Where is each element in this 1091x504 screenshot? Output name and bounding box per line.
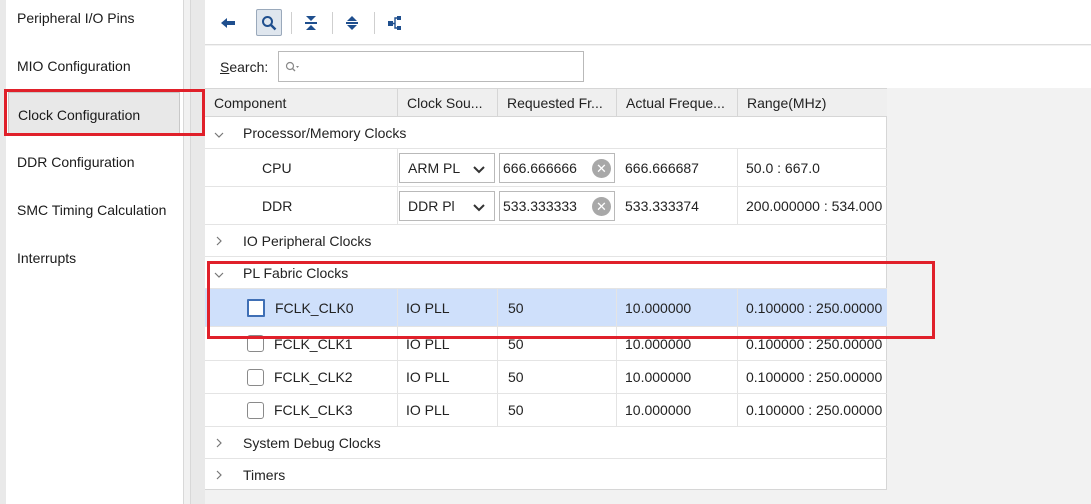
search-icon[interactable]: [256, 9, 282, 36]
clock-source-cell[interactable]: IO PLL: [398, 394, 498, 426]
group-row-system-debug[interactable]: System Debug Clocks: [205, 427, 887, 459]
enable-checkbox[interactable]: [247, 298, 265, 317]
component-cell: CPU: [205, 149, 398, 186]
group-label: PL Fabric Clocks: [243, 264, 349, 281]
splitter-handle[interactable]: [183, 0, 191, 504]
chevron-right-icon[interactable]: [213, 233, 225, 249]
chevron-right-icon[interactable]: [213, 467, 225, 483]
search-input[interactable]: [301, 56, 577, 78]
clear-icon[interactable]: ✕: [592, 159, 611, 178]
actual-frequency-cell: 10.000000: [617, 289, 738, 326]
requested-frequency-value: 533.333333: [503, 198, 577, 214]
range-cell: 200.000000 : 534.000: [746, 197, 883, 214]
component-cell: FCLK_CLK3: [205, 394, 398, 426]
group-label: Processor/Memory Clocks: [243, 124, 407, 141]
group-row-processor-memory[interactable]: Processor/Memory Clocks: [205, 117, 887, 149]
enable-checkbox[interactable]: [247, 401, 264, 419]
component-label: FCLK_CLK1: [274, 335, 353, 352]
clock-source-value: ARM PL: [408, 160, 460, 176]
actual-frequency-cell: 666.666687: [617, 149, 738, 186]
column-header-requested-frequency[interactable]: Requested Fr...: [498, 89, 617, 117]
actual-frequency-cell: 533.333374: [617, 187, 738, 224]
clock-source-cell[interactable]: IO PLL: [398, 289, 498, 326]
component-cell: FCLK_CLK2: [205, 361, 398, 393]
enable-checkbox[interactable]: [247, 368, 264, 386]
group-label: IO Peripheral Clocks: [243, 232, 372, 249]
clear-icon[interactable]: ✕: [592, 197, 611, 216]
column-header-range[interactable]: Range(MHz): [738, 89, 887, 117]
actual-frequency-cell: 10.000000: [617, 361, 738, 393]
chevron-down-icon[interactable]: [213, 125, 225, 141]
range-cell: 0.100000 : 250.00000: [746, 402, 883, 418]
collapse-all-icon[interactable]: [298, 9, 324, 36]
clock-table: Component Clock Sou... Requested Fr... A…: [205, 88, 887, 490]
nav-item-smc-timing-calculation[interactable]: SMC Timing Calculation: [8, 188, 180, 232]
component-label: FCLK_CLK2: [274, 369, 353, 385]
toolbar-separator: [291, 12, 292, 34]
chevron-down-icon[interactable]: [472, 200, 486, 216]
range-cell: 0.100000 : 250.00000: [746, 369, 883, 385]
table-row-fclk-clk3[interactable]: FCLK_CLK3 IO PLL 50 10.000000 0.100000 :…: [205, 394, 887, 427]
toolbar: [205, 0, 1091, 45]
component-label: FCLK_CLK0: [275, 299, 354, 316]
search-label: Search:: [220, 59, 269, 75]
clock-source-select[interactable]: ARM PL: [399, 153, 495, 183]
panel-gap: [191, 0, 205, 504]
search-row: Search:: [205, 46, 1091, 88]
nav-item-clock-configuration[interactable]: Clock Configuration: [8, 92, 180, 136]
toolbar-separator: [374, 12, 375, 34]
table-header: Component Clock Sou... Requested Fr... A…: [205, 88, 887, 117]
requested-frequency-field[interactable]: 666.666666 ✕: [499, 153, 615, 183]
column-header-clock-source[interactable]: Clock Sou...: [398, 89, 498, 117]
group-row-pl-fabric[interactable]: PL Fabric Clocks: [205, 257, 887, 289]
clock-source-value: DDR Pl: [408, 198, 455, 214]
clock-source-cell[interactable]: IO PLL: [398, 361, 498, 393]
requested-frequency-cell[interactable]: 50: [498, 394, 617, 426]
toolbar-separator: [332, 12, 333, 34]
enable-checkbox[interactable]: [247, 335, 264, 352]
nav-item-ddr-configuration[interactable]: DDR Configuration: [8, 140, 180, 184]
main-panel: Search: Component Clock Sou... Requested…: [205, 0, 1091, 504]
chevron-down-icon[interactable]: [213, 265, 225, 281]
requested-frequency-cell[interactable]: 50: [498, 327, 617, 360]
table-row-fclk-clk1[interactable]: FCLK_CLK1 IO PLL 50 10.000000 0.100000 :…: [205, 327, 887, 361]
component-cell: FCLK_CLK0: [205, 289, 398, 326]
requested-frequency-cell[interactable]: 50: [498, 361, 617, 393]
left-navigation: Peripheral I/O Pins MIO Configuration Cl…: [0, 0, 183, 504]
nav-left-strip: [0, 0, 6, 504]
clock-source-select[interactable]: DDR Pl: [399, 191, 495, 221]
search-field-icon: [285, 60, 299, 76]
range-cell: 50.0 : 667.0: [746, 159, 820, 176]
component-cell: DDR: [205, 187, 398, 224]
column-header-actual-frequency[interactable]: Actual Freque...: [617, 89, 738, 117]
clock-source-cell[interactable]: IO PLL: [398, 327, 498, 360]
hierarchy-icon[interactable]: [382, 9, 408, 36]
requested-frequency-field[interactable]: 533.333333 ✕: [499, 191, 615, 221]
table-row-fclk-clk0[interactable]: FCLK_CLK0 IO PLL 50 10.000000 0.100000 :…: [205, 289, 887, 327]
actual-frequency-cell: 10.000000: [617, 327, 738, 360]
nav-item-mio-configuration[interactable]: MIO Configuration: [8, 44, 180, 88]
table-row-fclk-clk2[interactable]: FCLK_CLK2 IO PLL 50 10.000000 0.100000 :…: [205, 361, 887, 394]
group-row-io-peripheral[interactable]: IO Peripheral Clocks: [205, 225, 887, 257]
range-cell: 0.100000 : 250.00000: [746, 335, 883, 352]
requested-frequency-value: 666.666666: [503, 160, 577, 176]
nav-item-peripheral-io-pins[interactable]: Peripheral I/O Pins: [8, 0, 180, 40]
nav-item-interrupts[interactable]: Interrupts: [8, 236, 180, 280]
expand-all-icon[interactable]: [339, 9, 365, 36]
component-cell: FCLK_CLK1: [205, 327, 398, 360]
component-label: FCLK_CLK3: [274, 402, 353, 418]
chevron-right-icon[interactable]: [213, 435, 225, 451]
column-header-component[interactable]: Component: [205, 89, 398, 117]
group-label: System Debug Clocks: [243, 434, 381, 451]
chevron-down-icon[interactable]: [472, 162, 486, 178]
range-cell: 0.100000 : 250.00000: [746, 299, 883, 316]
search-box[interactable]: [278, 51, 584, 82]
table-row-cpu[interactable]: CPU ARM PL 666.666666 ✕ 666.666687 50.0 …: [205, 149, 887, 187]
table-row-ddr[interactable]: DDR DDR Pl 533.333333 ✕ 533.333374 200.0…: [205, 187, 887, 225]
back-arrow-icon[interactable]: [215, 9, 241, 36]
actual-frequency-cell: 10.000000: [617, 394, 738, 426]
requested-frequency-cell[interactable]: 50: [498, 289, 617, 326]
group-row-timers[interactable]: Timers: [205, 459, 887, 491]
group-label: Timers: [243, 467, 286, 483]
